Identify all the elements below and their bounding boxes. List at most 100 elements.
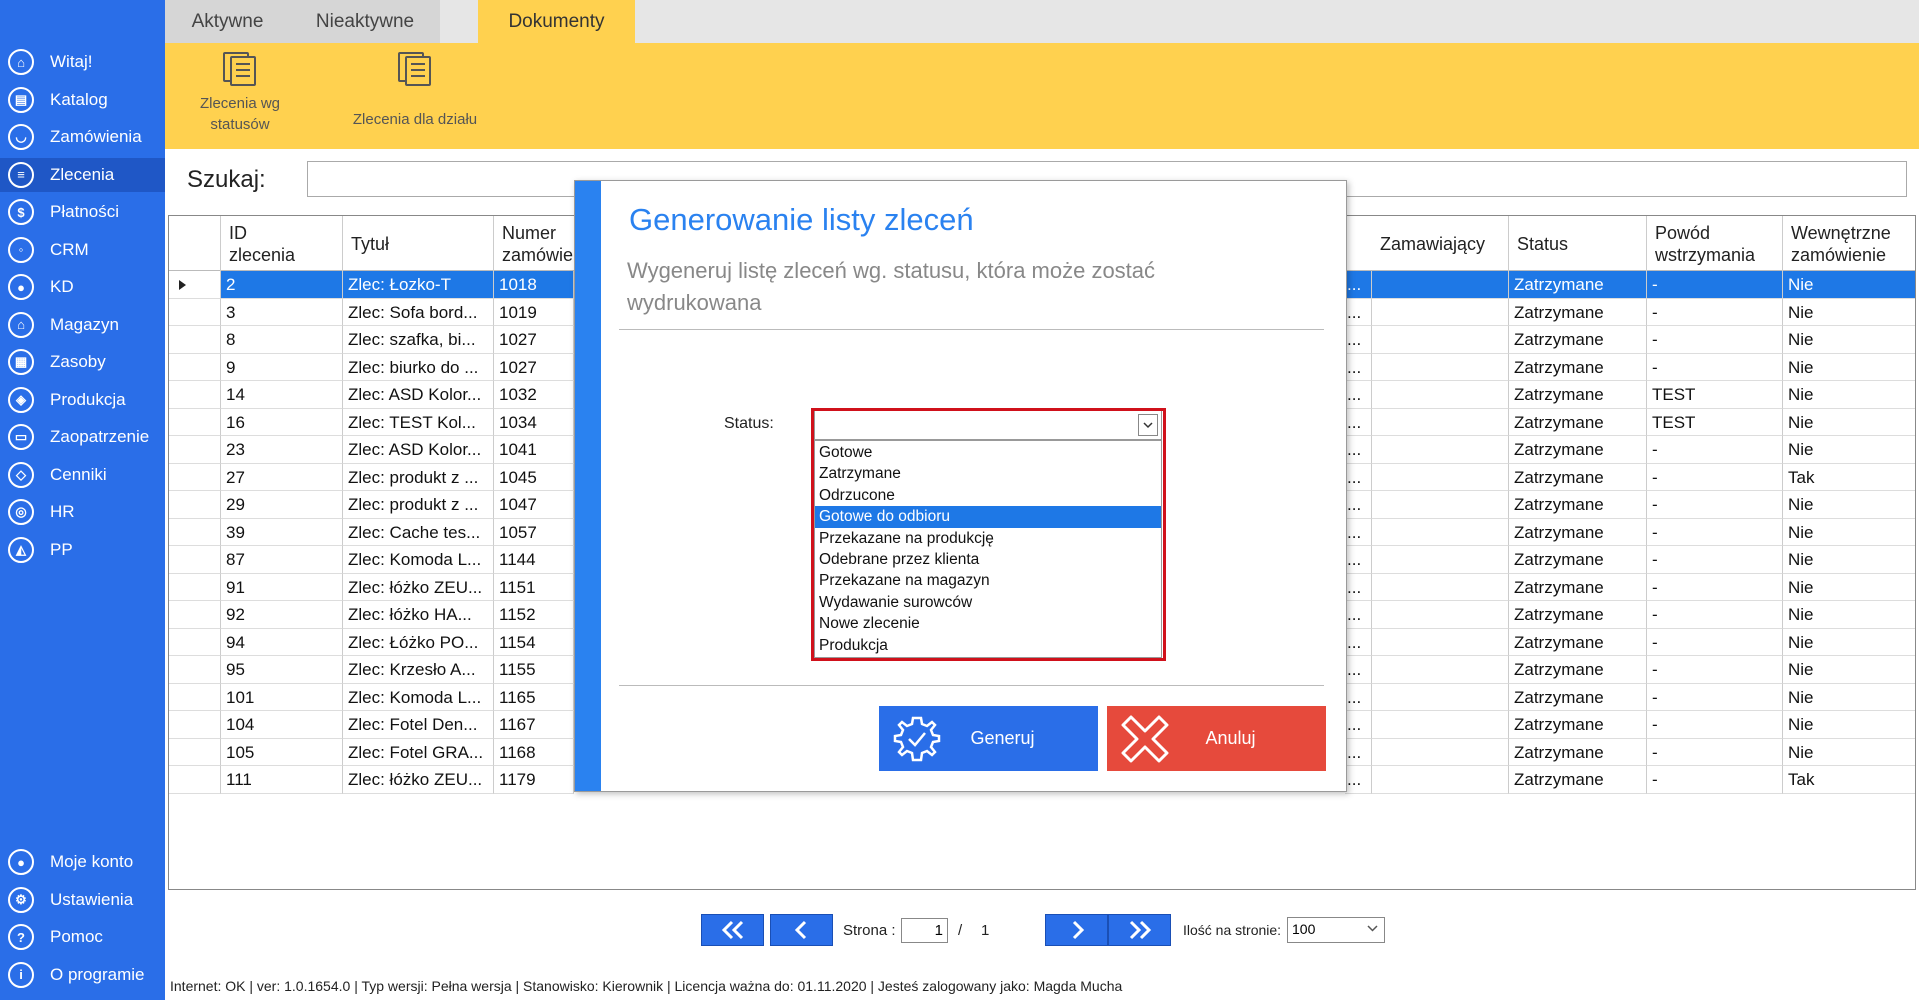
cell-reason: - [1647,573,1783,601]
page-number-input[interactable] [901,918,948,943]
sidebar-item-płatności[interactable]: $ Płatności [0,195,165,229]
cell-truncated: ... [1345,683,1372,711]
row-header[interactable] [169,656,221,684]
sidebar-item-produkcja[interactable]: ◈ Produkcja [0,383,165,417]
column-header-status[interactable]: Status [1509,216,1647,271]
column-header-hold-reason[interactable]: Powód wstrzymania [1647,216,1783,271]
sidebar-item-pp[interactable]: ◭ PP [0,533,165,567]
sidebar-item-witaj-[interactable]: ⌂ Witaj! [0,45,165,79]
row-header[interactable] [169,353,221,381]
sidebar-item-pomoc[interactable]: ? Pomoc [0,920,165,954]
sidebar-item-ustawienia[interactable]: ⚙ Ustawienia [0,883,165,917]
cell-client [1372,628,1509,656]
previous-page-button[interactable] [770,914,833,946]
sidebar-item-zamówienia[interactable]: ◡ Zamówienia [0,120,165,154]
cell-title: Zlec: Fotel GRA... [343,738,494,766]
cell-truncated: ... [1345,518,1372,546]
per-page-value: 100 [1292,921,1316,937]
per-page-select[interactable]: 100 [1287,917,1385,943]
cell-title: Zlec: łóżko HA... [343,601,494,629]
row-header[interactable] [169,628,221,656]
cell-status: Zatrzymane [1509,326,1647,354]
cell-title: Zlec: Krzesło A... [343,656,494,684]
next-page-button[interactable] [1045,914,1108,946]
cell-client [1372,381,1509,409]
row-header[interactable] [169,491,221,519]
sidebar-item-cenniki[interactable]: ◇ Cenniki [0,458,165,492]
sidebar-item-label: Zaopatrzenie [50,427,150,446]
row-header[interactable] [169,518,221,546]
cell-status: Zatrzymane [1509,271,1647,299]
cell-id: 95 [221,656,343,684]
cell-truncated: ... [1345,656,1372,684]
documents-icon [223,52,257,86]
sidebar-item-zaopatrzenie[interactable]: ▭ Zaopatrzenie [0,420,165,454]
sidebar-item-kd[interactable]: ● KD [0,270,165,304]
first-page-button[interactable] [701,914,764,946]
cell-status: Zatrzymane [1509,628,1647,656]
sidebar-item-magazyn[interactable]: ⌂ Magazyn [0,308,165,342]
orders-for-department-button[interactable]: Zlecenia dla działu [325,43,505,149]
cell-client [1372,436,1509,464]
row-header[interactable] [169,683,221,711]
cancel-button[interactable]: Anuluj [1107,706,1326,771]
cell-title: Zlec: biurko do ... [343,353,494,381]
row-header[interactable] [169,326,221,354]
cell-id: 14 [221,381,343,409]
row-header[interactable] [169,408,221,436]
cell-client [1372,546,1509,574]
help-icon: ? [8,924,34,950]
row-header[interactable] [169,463,221,491]
cell-internal: Nie [1783,326,1915,354]
search-label: Szukaj: [187,166,266,193]
cell-num: 1154 [494,628,574,656]
sidebar-item-zlecenia[interactable]: ≡ Zlecenia [0,157,165,192]
cell-truncated: ... [1345,298,1372,326]
last-page-button[interactable] [1108,914,1171,946]
column-header-title[interactable]: Tytuł [343,216,494,271]
column-header-internal-order[interactable]: Wewnętrzne zamówienie [1783,216,1915,271]
orders-list-icon: ≡ [8,161,34,188]
row-header-column [169,216,221,271]
sidebar-item-crm[interactable]: ◦ CRM [0,233,165,267]
row-header[interactable] [169,381,221,409]
cell-status: Zatrzymane [1509,683,1647,711]
cell-truncated: ... [1345,711,1372,739]
cell-internal: Tak [1783,464,1915,491]
row-header[interactable] [169,271,221,299]
cell-reason: - [1647,766,1783,794]
sidebar-item-katalog[interactable]: ▤ Katalog [0,83,165,117]
cell-status: Zatrzymane [1509,408,1647,436]
generate-button[interactable]: Generuj [879,706,1098,771]
cell-client [1372,353,1509,381]
row-header[interactable] [169,738,221,766]
close-icon [1115,709,1175,769]
tab-dokumenty[interactable]: Dokumenty [478,0,635,43]
row-header[interactable] [169,601,221,629]
column-header-id[interactable]: ID zlecenia [221,216,343,271]
cell-num: 1041 [494,436,574,464]
tab-aktywne[interactable]: Aktywne [165,0,290,43]
cell-status: Zatrzymane [1509,601,1647,629]
orders-by-status-button[interactable]: Zlecenia wg statusów [185,43,295,149]
row-header[interactable] [169,573,221,601]
sidebar-item-label: KD [50,277,74,296]
sidebar-item-zasoby[interactable]: ▦ Zasoby [0,345,165,379]
sidebar-item-o-programie[interactable]: i O programie [0,958,165,992]
row-header[interactable] [169,298,221,326]
cell-truncated: ... [1345,463,1372,491]
row-header[interactable] [169,546,221,574]
divider [619,685,1324,686]
sidebar: ⌂ Witaj! ▤ Katalog ◡ Zamówienia ≡ Zlecenia $ Płat… [0,0,165,1000]
warehouse-icon: ⌂ [8,311,34,338]
settings-icon: ⚙ [8,886,34,913]
row-header[interactable] [169,436,221,464]
row-header[interactable] [169,766,221,794]
tab-nieaktywne[interactable]: Nieaktywne [290,0,440,43]
sidebar-item-moje-konto[interactable]: ● Moje konto [0,845,165,879]
column-header-client[interactable]: Zamawiający [1372,216,1509,271]
sidebar-item-hr[interactable]: ◎ HR [0,495,165,529]
cell-title: Zlec: Sofa bord... [343,298,494,326]
sidebar-item-label: Katalog [50,89,108,109]
row-header[interactable] [169,711,221,739]
